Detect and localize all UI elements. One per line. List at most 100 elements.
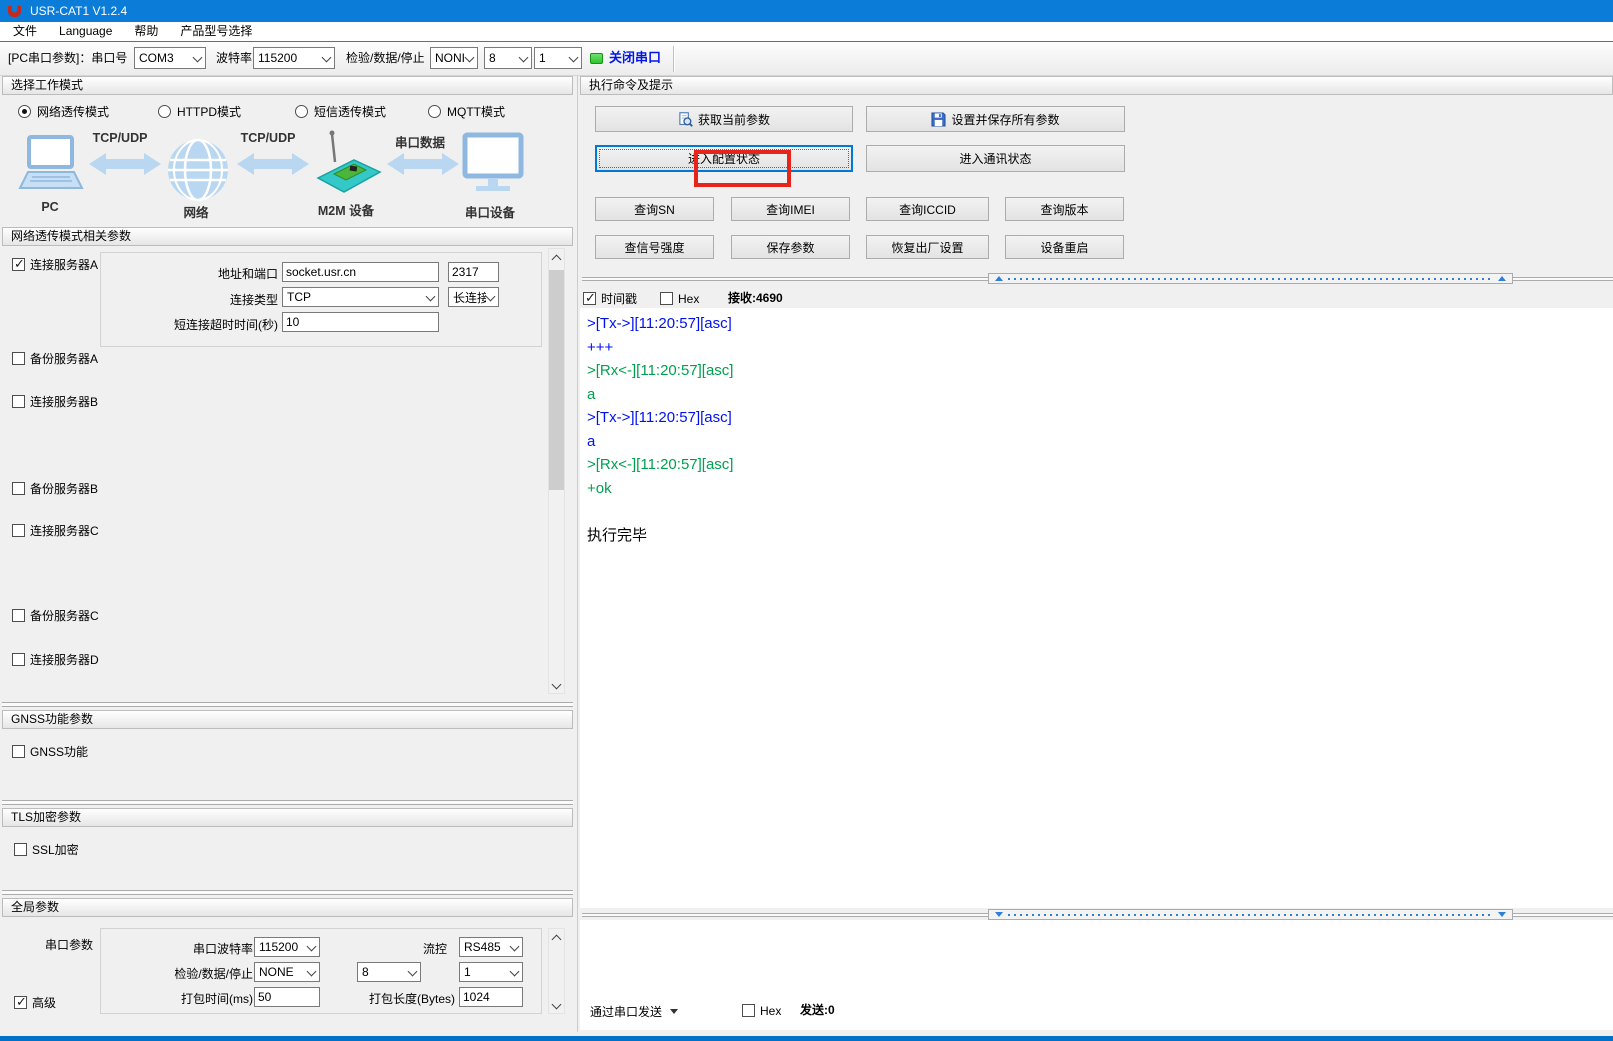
net-params-scrollbar[interactable] — [548, 248, 565, 694]
query-iccid-button[interactable]: 查询ICCID — [866, 197, 989, 221]
serial-stop-bits-select[interactable]: 1 — [459, 962, 523, 982]
log-line: a — [587, 430, 1613, 454]
arrow-icon — [237, 153, 309, 175]
checkbox-icon — [12, 609, 25, 622]
checkbox-gnss-enable[interactable]: GNSS功能 — [12, 744, 88, 759]
checkbox-advanced[interactable]: 高级 — [14, 995, 56, 1010]
floppy-save-icon — [931, 112, 946, 127]
baud-rate-select[interactable]: 115200 — [253, 47, 335, 69]
server-a-groupbox: 地址和端口 连接类型 TCP 长连接 短连接超时时间(秒) — [100, 252, 542, 347]
radio-httpd-mode[interactable]: HTTPD模式 — [158, 104, 241, 119]
collapse-up-icon — [1498, 276, 1506, 281]
chevron-down-icon — [307, 942, 317, 952]
checkbox-backup-server-b[interactable]: 备份服务器B — [12, 481, 98, 496]
flow-control-select[interactable]: RS485 — [459, 937, 523, 957]
query-sn-button[interactable]: 查询SN — [595, 197, 714, 221]
serial-parity-select[interactable]: NONE — [254, 962, 320, 982]
checkbox-icon — [12, 258, 25, 271]
window-title: USR-CAT1 V1.2.4 — [30, 4, 127, 18]
send-via-serial-button[interactable]: 通过串口发送 — [590, 1000, 678, 1022]
scroll-up-arrow[interactable] — [549, 249, 564, 265]
pack-time-input[interactable] — [254, 987, 320, 1007]
scroll-down-arrow[interactable] — [549, 677, 564, 693]
checkbox-icon — [12, 482, 25, 495]
menu-file[interactable]: 文件 — [2, 22, 48, 41]
collapse-up-icon — [995, 276, 1003, 281]
checkbox-connect-server-a[interactable]: 连接服务器A — [12, 257, 98, 272]
checkbox-backup-server-c[interactable]: 备份服务器C — [12, 608, 99, 623]
menu-product-select[interactable]: 产品型号选择 — [169, 22, 263, 41]
checkbox-backup-server-a[interactable]: 备份服务器A — [12, 351, 98, 366]
reboot-button[interactable]: 设备重启 — [1005, 235, 1124, 259]
server-address-input[interactable] — [282, 262, 439, 282]
pc-serial-params-label: [PC串口参数]：串口号 — [8, 47, 127, 69]
link-label: TCP/UDP — [88, 131, 152, 145]
log-line: a — [587, 383, 1613, 407]
pack-length-input[interactable] — [459, 987, 523, 1007]
menu-language[interactable]: Language — [48, 22, 123, 41]
serial-toolbar: [PC串口参数]：串口号 COM3 波特率 115200 检验/数据/停止 NO… — [0, 42, 1613, 76]
server-port-input[interactable] — [448, 262, 499, 282]
serial-baud-select[interactable]: 115200 — [254, 937, 320, 957]
radio-icon — [158, 105, 171, 118]
log-line: +++ — [587, 336, 1613, 360]
conn-type-label: 连接类型 — [103, 290, 278, 310]
checkbox-hex-send[interactable]: Hex — [742, 1003, 781, 1018]
serial-data-bits-select[interactable]: 8 — [357, 962, 421, 982]
query-signal-button[interactable]: 查信号强度 — [595, 235, 714, 259]
close-port-button[interactable]: 关闭串口 — [609, 47, 661, 69]
send-area[interactable] — [580, 920, 1613, 1030]
checkbox-ssl-encrypt[interactable]: SSL加密 — [14, 842, 79, 857]
section-divider — [2, 702, 573, 707]
log-line: >[Tx->][11:20:57][asc] — [587, 312, 1613, 336]
chevron-down-icon — [193, 53, 203, 63]
net-params-section-header: 网络透传模式相关参数 — [2, 227, 573, 246]
set-save-params-button[interactable]: 设置并保存所有参数 — [866, 106, 1125, 132]
checkbox-timestamp[interactable]: 时间戳 — [583, 291, 637, 306]
stop-bits-select[interactable]: 1 — [534, 47, 582, 69]
send-splitter-handle[interactable] — [988, 909, 1513, 920]
conn-mode-select[interactable]: 长连接 — [448, 287, 499, 307]
window-titlebar[interactable]: USR-CAT1 V1.2.4 — [0, 0, 1613, 22]
checkbox-icon — [12, 524, 25, 537]
doc-search-icon — [678, 112, 693, 127]
menu-help[interactable]: 帮助 — [123, 22, 169, 41]
checkbox-icon — [12, 352, 25, 365]
laptop-icon — [20, 137, 82, 188]
query-version-button[interactable]: 查询版本 — [1005, 197, 1124, 221]
chevron-down-icon — [519, 53, 529, 63]
splitter-dots — [1008, 914, 1493, 916]
checkbox-connect-server-d[interactable]: 连接服务器D — [12, 652, 99, 667]
log-splitter-handle[interactable] — [988, 273, 1513, 284]
tls-section-header: TLS加密参数 — [2, 808, 573, 827]
com-port-select[interactable]: COM3 — [134, 47, 206, 69]
checkbox-hex-receive[interactable]: Hex — [660, 291, 699, 306]
radio-mqtt-mode[interactable]: MQTT模式 — [428, 104, 505, 119]
chevron-down-icon — [486, 292, 496, 302]
checkbox-connect-server-c[interactable]: 连接服务器C — [12, 523, 99, 538]
send-counter: 发送:0 — [800, 1003, 835, 1018]
query-imei-button[interactable]: 查询IMEI — [731, 197, 850, 221]
parity-select[interactable]: NONI — [430, 47, 478, 69]
conn-type-select[interactable]: TCP — [282, 287, 439, 307]
save-params-button[interactable]: 保存参数 — [731, 235, 850, 259]
data-bits-select[interactable]: 8 — [484, 47, 532, 69]
serial-params-groupbox: 串口波特率 115200 流控 RS485 检验/数据/停止 NONE 8 1 … — [100, 928, 542, 1014]
node-label-serial-device: 串口设备 — [458, 202, 522, 221]
chevron-down-icon — [408, 967, 418, 977]
enter-comm-button[interactable]: 进入通讯状态 — [866, 145, 1125, 172]
scroll-down-arrow[interactable] — [549, 997, 564, 1013]
link-label: 串口数据 — [388, 132, 452, 151]
scroll-up-arrow[interactable] — [549, 929, 564, 945]
log-line: +ok — [587, 477, 1613, 501]
radio-sms-transparent-mode[interactable]: 短信透传模式 — [295, 104, 386, 119]
checkbox-connect-server-b[interactable]: 连接服务器B — [12, 394, 98, 409]
global-params-scrollbar[interactable] — [548, 928, 565, 1014]
get-params-button[interactable]: 获取当前参数 — [595, 106, 853, 132]
factory-reset-button[interactable]: 恢复出厂设置 — [866, 235, 989, 259]
scrollbar-thumb[interactable] — [549, 270, 564, 490]
short-conn-timeout-input[interactable] — [282, 312, 439, 332]
radio-net-transparent-mode[interactable]: 网络透传模式 — [18, 104, 109, 119]
checkbox-icon — [14, 843, 27, 856]
short-conn-timeout-label: 短连接超时时间(秒) — [103, 315, 278, 335]
